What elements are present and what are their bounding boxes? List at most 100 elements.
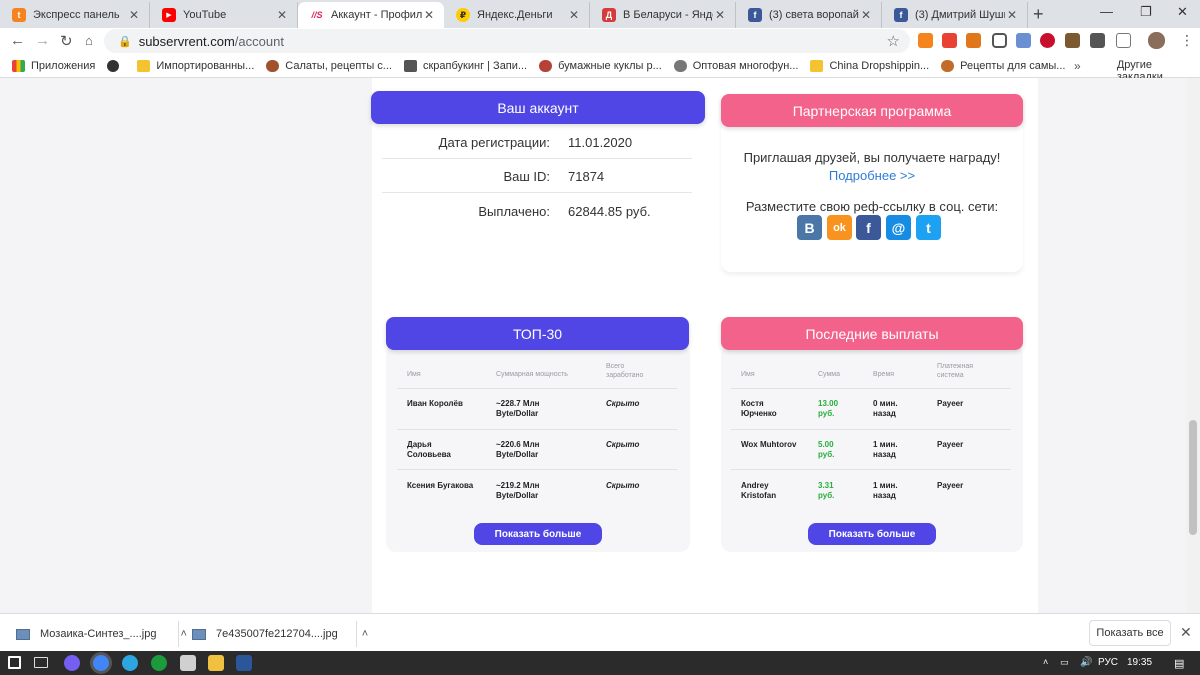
utorrent-icon[interactable] bbox=[151, 655, 167, 671]
paper-dolls-icon bbox=[539, 59, 553, 72]
new-tab-plus-icon[interactable]: + bbox=[1033, 4, 1044, 25]
facebook-share-icon[interactable]: f bbox=[856, 215, 881, 240]
bookmark-wholesale[interactable]: Оптовая многофун... bbox=[673, 59, 798, 72]
payouts-row-system: Payeer bbox=[937, 399, 964, 408]
forward-arrow-icon[interactable]: → bbox=[35, 32, 50, 49]
top30-row-name: Дарья Соловьева bbox=[407, 440, 451, 459]
yandex-favicon-icon: Д bbox=[602, 8, 616, 22]
close-icon[interactable]: ✕ bbox=[567, 8, 581, 22]
bookmark-star-icon[interactable]: ☆ bbox=[887, 32, 900, 50]
notepad-icon[interactable] bbox=[180, 655, 196, 671]
top30-row-earned: Скрыто bbox=[606, 481, 640, 490]
camera-icon[interactable] bbox=[1016, 33, 1031, 48]
close-icon[interactable]: ✕ bbox=[127, 8, 141, 22]
task-view-icon[interactable] bbox=[34, 657, 48, 668]
clock[interactable]: 19:35 bbox=[1127, 657, 1152, 668]
bookmark-china-dropshipping[interactable]: China Dropshippin... bbox=[810, 59, 929, 72]
scrollbar-thumb[interactable] bbox=[1189, 420, 1197, 535]
chevron-up-icon[interactable]: ˄ bbox=[180, 628, 186, 640]
extension-icon[interactable] bbox=[1065, 33, 1080, 48]
download-item[interactable]: 7e435007fe212704....jpg ˄ bbox=[192, 623, 368, 645]
tab-yandex-d[interactable]: Д В Беларуси - Яндекс.Д ✕ bbox=[590, 2, 736, 28]
bookmark-salads[interactable]: Салаты, рецепты с... bbox=[266, 59, 392, 72]
window-close-icon[interactable]: ✕ bbox=[1177, 4, 1188, 20]
volume-icon[interactable]: 🔊 bbox=[1080, 657, 1092, 668]
tab-express-panel[interactable]: t Экспресс панель ✕ bbox=[0, 2, 150, 28]
metamask-icon[interactable] bbox=[966, 33, 981, 48]
image-file-icon bbox=[192, 628, 206, 640]
payouts-show-more-button[interactable]: Показать больше bbox=[808, 523, 936, 545]
bookmark-globe[interactable] bbox=[107, 59, 125, 72]
odnoklassniki-share-icon[interactable]: ok bbox=[827, 215, 852, 240]
word-icon[interactable] bbox=[236, 655, 252, 671]
mailru-share-icon[interactable]: @ bbox=[886, 215, 911, 240]
notifications-icon[interactable]: ▤ bbox=[1174, 657, 1184, 670]
bookmarks-more-chevron-icon[interactable]: » bbox=[1074, 59, 1081, 73]
menu-kebab-icon[interactable]: ⋮ bbox=[1180, 32, 1194, 49]
account-row-id: Ваш ID: 71874 bbox=[382, 159, 692, 193]
browser-toolbar: ← → ↻ ⌂ 🔒 subservrent.com/account ☆ ⋮ bbox=[0, 28, 1200, 54]
bookmark-paper-dolls[interactable]: бумажные куклы р... bbox=[539, 59, 662, 72]
tab-yandex-money[interactable]: ₽ Яндекс.Деньги ✕ bbox=[444, 2, 590, 28]
telegram-icon[interactable] bbox=[122, 655, 138, 671]
payouts-row-system: Payeer bbox=[937, 440, 964, 449]
profile-avatar[interactable] bbox=[1148, 32, 1165, 49]
close-icon[interactable]: ✕ bbox=[1180, 624, 1192, 641]
extension-icon[interactable] bbox=[918, 33, 933, 48]
chevron-up-icon[interactable]: ˄ bbox=[362, 628, 368, 640]
account-row-value: 71874 bbox=[568, 169, 605, 184]
subservrent-favicon-icon: //S bbox=[310, 8, 324, 22]
tab-strip: t Экспресс панель ✕ ▶ YouTube ✕ //S Акка… bbox=[0, 0, 1200, 28]
payouts-row-time: 1 мин. назад bbox=[873, 440, 898, 459]
close-icon[interactable]: ✕ bbox=[422, 8, 436, 22]
facebook-favicon-icon: f bbox=[894, 8, 908, 22]
scrapbooking-icon bbox=[403, 59, 417, 72]
extension-icon[interactable] bbox=[1116, 33, 1131, 48]
vk-share-icon[interactable]: В bbox=[797, 215, 822, 240]
adblock-icon[interactable] bbox=[1040, 33, 1055, 48]
show-all-downloads-button[interactable]: Показать все bbox=[1089, 620, 1171, 646]
twitter-share-icon[interactable]: t bbox=[916, 215, 941, 240]
image-file-icon bbox=[16, 628, 30, 640]
bookmark-recipes[interactable]: Рецепты для самы... bbox=[941, 59, 1065, 72]
tab-account-profile[interactable]: //S Аккаунт - Профиль ✕ bbox=[298, 2, 444, 28]
bookmark-scrapbooking[interactable]: скрапбукинг | Запи... bbox=[403, 59, 527, 72]
close-icon[interactable]: ✕ bbox=[713, 8, 727, 22]
windows-start-icon[interactable] bbox=[8, 656, 21, 669]
close-icon[interactable]: ✕ bbox=[1005, 8, 1019, 22]
table-divider bbox=[397, 429, 677, 430]
language-indicator[interactable]: РУС bbox=[1098, 657, 1118, 668]
minimize-icon[interactable]: — bbox=[1100, 4, 1113, 19]
ublock-icon[interactable] bbox=[1090, 33, 1105, 48]
payouts-row-system: Payeer bbox=[937, 481, 964, 490]
table-divider bbox=[731, 469, 1011, 470]
bookmark-folder-imported[interactable]: Импортированны... bbox=[137, 59, 254, 72]
tab-facebook-2[interactable]: f (3) Дмитрий Шушкин ✕ bbox=[882, 2, 1028, 28]
tab-youtube[interactable]: ▶ YouTube ✕ bbox=[150, 2, 298, 28]
tab-title: Аккаунт - Профиль bbox=[331, 9, 422, 21]
scrollbar[interactable] bbox=[1186, 78, 1200, 613]
top30-show-more-button[interactable]: Показать больше bbox=[474, 523, 602, 545]
pocket-icon[interactable] bbox=[992, 33, 1007, 48]
network-icon[interactable]: ▭ bbox=[1060, 657, 1069, 668]
tab-facebook-1[interactable]: f (3) света воропай ✕ bbox=[736, 2, 882, 28]
close-icon[interactable]: ✕ bbox=[859, 8, 873, 22]
viber-icon[interactable] bbox=[64, 655, 80, 671]
address-bar[interactable]: 🔒 subservrent.com/account ☆ bbox=[104, 29, 910, 53]
close-icon[interactable]: ✕ bbox=[275, 8, 289, 22]
affiliate-heading: Партнерская программа bbox=[721, 94, 1023, 127]
maximize-icon[interactable]: ❐ bbox=[1140, 4, 1152, 20]
back-arrow-icon[interactable]: ← bbox=[10, 32, 25, 49]
file-explorer-icon[interactable] bbox=[208, 655, 224, 671]
extension-icon[interactable] bbox=[942, 33, 957, 48]
download-item[interactable]: Мозаика-Синтез_....jpg ˄ bbox=[16, 623, 187, 645]
chrome-icon[interactable] bbox=[93, 655, 109, 671]
tray-chevron-icon[interactable]: ˄ bbox=[1043, 657, 1048, 667]
bookmark-apps[interactable]: Приложения bbox=[12, 59, 95, 72]
reload-icon[interactable]: ↻ bbox=[60, 32, 73, 50]
affiliate-more-link[interactable]: Подробнее >> bbox=[721, 168, 1023, 183]
salad-icon bbox=[266, 59, 280, 72]
folder-icon bbox=[137, 59, 151, 72]
home-icon[interactable]: ⌂ bbox=[85, 33, 93, 48]
top30-row-earned: Скрыто bbox=[606, 399, 640, 408]
